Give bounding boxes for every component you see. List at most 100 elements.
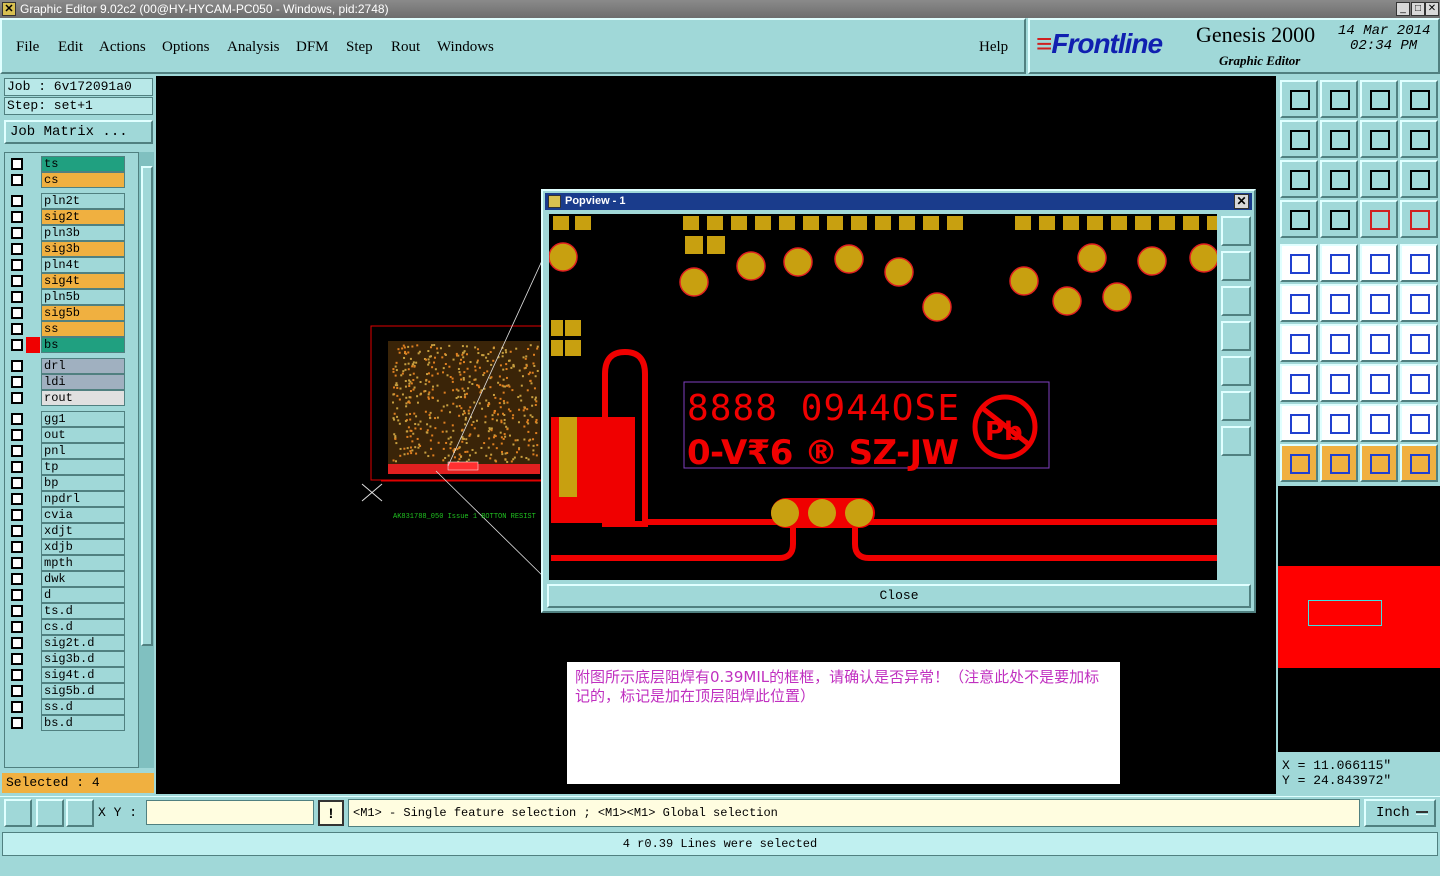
layer-work-marker[interactable] xyxy=(26,699,40,715)
layer-row-ss[interactable]: ss xyxy=(5,321,129,337)
scrollbar-thumb[interactable] xyxy=(141,166,153,646)
layer-work-marker[interactable] xyxy=(26,358,40,374)
help-button[interactable] xyxy=(1400,160,1438,198)
layer-name[interactable]: sig3b.d xyxy=(41,651,125,667)
layer-work-marker[interactable] xyxy=(26,491,40,507)
layer-row-mpth[interactable]: mpth xyxy=(5,555,129,571)
layer-work-marker[interactable] xyxy=(26,587,40,603)
layer-checkbox[interactable] xyxy=(11,259,23,271)
layer-checkbox[interactable] xyxy=(11,493,23,505)
surface-b-button[interactable] xyxy=(1360,404,1398,442)
menu-help[interactable]: Help xyxy=(979,39,1008,56)
layer-work-marker[interactable] xyxy=(26,635,40,651)
layer-row-bs-d[interactable]: bs.d xyxy=(5,715,129,731)
layer-work-marker[interactable] xyxy=(26,225,40,241)
layer-name[interactable]: xdjb xyxy=(41,539,125,555)
ruler-button[interactable] xyxy=(1360,244,1398,282)
layer-checkbox[interactable] xyxy=(11,227,23,239)
layer-row-sig5b[interactable]: sig5b xyxy=(5,305,129,321)
layer-work-marker[interactable] xyxy=(26,193,40,209)
layer-row-bp[interactable]: bp xyxy=(5,475,129,491)
layer-list-scrollbar[interactable] xyxy=(138,152,154,768)
select-arrow-button[interactable] xyxy=(1280,444,1318,482)
house-button[interactable] xyxy=(1360,80,1398,118)
layer-work-marker[interactable] xyxy=(26,257,40,273)
app-icon[interactable]: ✕ xyxy=(2,2,16,16)
layer-checkbox[interactable] xyxy=(11,195,23,207)
zoom-home-button[interactable] xyxy=(1280,80,1318,118)
xy-input[interactable] xyxy=(146,800,314,825)
menu-actions[interactable]: Actions xyxy=(99,39,146,56)
layer-checkbox[interactable] xyxy=(11,605,23,617)
clip-button[interactable] xyxy=(1360,364,1398,402)
layer-name[interactable]: pln2t xyxy=(41,193,125,209)
layer-work-marker[interactable] xyxy=(26,475,40,491)
layer-name[interactable]: dwk xyxy=(41,571,125,587)
layer-name[interactable]: drl xyxy=(41,358,125,374)
select-poly-button[interactable] xyxy=(1360,444,1398,482)
layer-name[interactable]: cs.d xyxy=(41,619,125,635)
layer-checkbox[interactable] xyxy=(11,573,23,585)
layer-row-sig2t[interactable]: sig2t xyxy=(5,209,129,225)
layer-row-gg1[interactable]: gg1 xyxy=(5,411,129,427)
layer-work-marker[interactable] xyxy=(26,651,40,667)
line-slope-button[interactable] xyxy=(1320,324,1358,362)
layer-row-cs-d[interactable]: cs.d xyxy=(5,619,129,635)
layer-row-drl[interactable]: drl xyxy=(5,358,129,374)
popview-center-button[interactable] xyxy=(1221,426,1251,456)
layer-name[interactable]: pln4t xyxy=(41,257,125,273)
move-button[interactable] xyxy=(1280,284,1318,322)
layer-checkbox[interactable] xyxy=(11,445,23,457)
layer-work-marker[interactable] xyxy=(26,619,40,635)
layer-name[interactable]: sig4t xyxy=(41,273,125,289)
layer-checkbox[interactable] xyxy=(11,669,23,681)
menu-rout[interactable]: Rout xyxy=(391,39,420,56)
layer-name[interactable]: d xyxy=(41,587,125,603)
popview-close-button[interactable]: Close xyxy=(547,584,1251,608)
scale-1-2-button[interactable] xyxy=(1360,160,1398,198)
popview-pan-left-button[interactable] xyxy=(1221,321,1251,351)
layer-checkbox[interactable] xyxy=(11,701,23,713)
layer-work-marker[interactable] xyxy=(26,571,40,587)
layer-checkbox[interactable] xyxy=(11,291,23,303)
layer-checkbox[interactable] xyxy=(11,307,23,319)
layer-row-dwk[interactable]: dwk xyxy=(5,571,129,587)
layer-row-bs[interactable]: bs xyxy=(5,337,129,353)
overview-view-frame[interactable] xyxy=(1308,600,1382,626)
layer-row-ts-d[interactable]: ts.d xyxy=(5,603,129,619)
layer-checkbox[interactable] xyxy=(11,376,23,388)
layer-name[interactable]: pnl xyxy=(41,443,125,459)
overview-window[interactable] xyxy=(1278,486,1440,752)
layer-work-marker[interactable] xyxy=(26,305,40,321)
layer-checkbox[interactable] xyxy=(11,158,23,170)
layer-work-marker[interactable] xyxy=(26,241,40,257)
layer-name[interactable]: sig5b.d xyxy=(41,683,125,699)
layer-row-xdjb[interactable]: xdjb xyxy=(5,539,129,555)
layer-work-marker[interactable] xyxy=(26,390,40,406)
copy-button[interactable] xyxy=(1360,284,1398,322)
select-net-button[interactable] xyxy=(1400,444,1438,482)
job-matrix-button[interactable]: Job Matrix ... xyxy=(4,120,153,144)
add-pad-button[interactable] xyxy=(1280,244,1318,282)
pan-right-button[interactable] xyxy=(1320,120,1358,158)
layer-checkbox[interactable] xyxy=(11,413,23,425)
layer-checkbox[interactable] xyxy=(11,323,23,335)
popview-fit-button[interactable] xyxy=(1221,391,1251,421)
arc-button[interactable] xyxy=(1360,324,1398,362)
delete-button[interactable] xyxy=(1320,284,1358,322)
layer-checkbox[interactable] xyxy=(11,509,23,521)
layer-name[interactable]: sig3b xyxy=(41,241,125,257)
layer-work-marker[interactable] xyxy=(26,667,40,683)
layer-name[interactable]: sig4t.d xyxy=(41,667,125,683)
popview-zoom-home-button[interactable] xyxy=(1221,216,1251,246)
layer-row-ts[interactable]: ts xyxy=(5,156,129,172)
layer-name[interactable]: cs xyxy=(41,172,125,188)
resize-button[interactable] xyxy=(1400,284,1438,322)
layer-name[interactable]: pln3b xyxy=(41,225,125,241)
popview-pan-right-button[interactable] xyxy=(1221,356,1251,386)
add-line-button[interactable] xyxy=(1320,244,1358,282)
layer-work-marker[interactable] xyxy=(26,427,40,443)
layer-name[interactable]: out xyxy=(41,427,125,443)
mirror-button[interactable] xyxy=(1400,324,1438,362)
layer-checkbox[interactable] xyxy=(11,429,23,441)
